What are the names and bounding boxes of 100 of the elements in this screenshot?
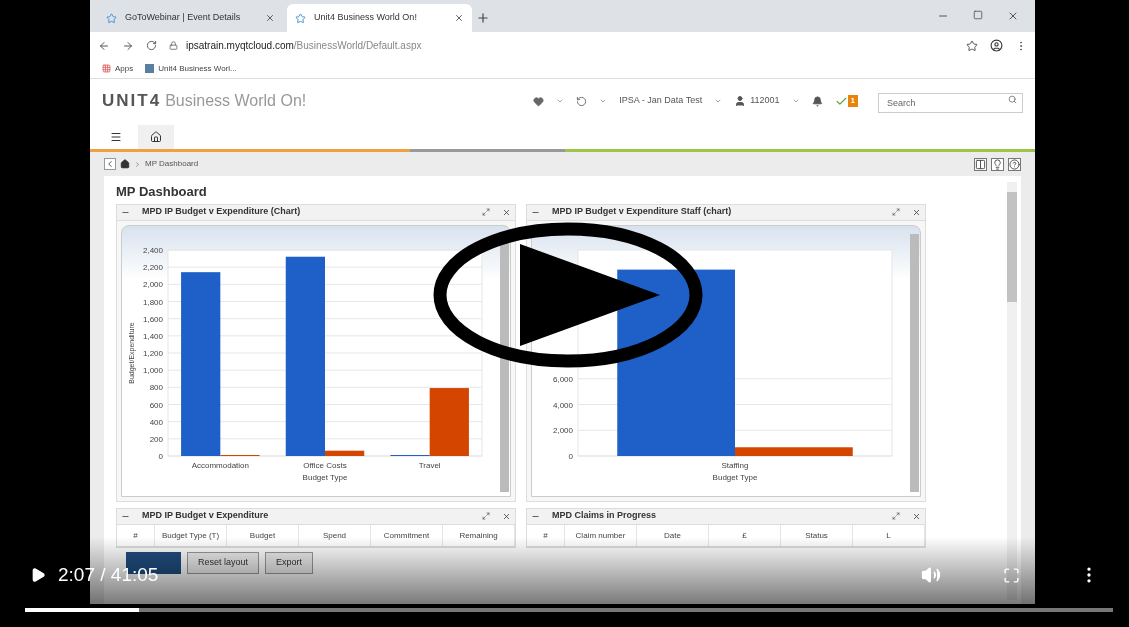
breadcrumb[interactable]: MP Dashboard: [145, 158, 199, 170]
page-title: MP Dashboard: [116, 183, 208, 201]
apps-grid-icon: [102, 64, 111, 73]
product-name: Business World On!: [165, 91, 307, 111]
bookmark-label[interactable]: Apps: [115, 62, 134, 75]
category-label: Staffing: [721, 460, 749, 470]
back-button[interactable]: [104, 158, 116, 170]
tick-label: 600: [149, 400, 163, 409]
column-header[interactable]: L: [853, 524, 925, 546]
popout-icon[interactable]: [482, 512, 490, 520]
popout-icon[interactable]: [482, 208, 490, 216]
tick-label: 1,000: [142, 365, 163, 375]
tick-label: 6,000: [552, 374, 573, 384]
tick-label: 0: [158, 451, 163, 461]
tick-label: 800: [149, 382, 163, 392]
panel-title: MPD IP Budget v Expenditure Staff (chart): [552, 205, 732, 219]
address-bar[interactable]: ipsatrain.myqtcloud.com/BusinessWorld/Default.aspx: [169, 34, 954, 57]
tip-icon[interactable]: [991, 157, 1004, 171]
bell-icon[interactable]: [811, 95, 823, 107]
home-icon[interactable]: [120, 159, 130, 169]
dropdown-caret-icon[interactable]: [556, 97, 565, 105]
volume-icon[interactable]: [921, 565, 941, 585]
home-icon: [150, 131, 162, 143]
user-selector[interactable]: 112001: [750, 94, 780, 108]
tick-label: 2,000: [552, 425, 573, 435]
popout-icon[interactable]: [892, 512, 900, 520]
profile-icon[interactable]: [990, 39, 1003, 52]
layout-icon[interactable]: [974, 157, 987, 171]
layout-button[interactable]: Export: [265, 551, 314, 574]
heart-icon[interactable]: [533, 95, 545, 107]
close-icon[interactable]: [1007, 10, 1019, 22]
dropdown-caret-icon[interactable]: [714, 97, 723, 105]
play-icon[interactable]: [30, 567, 46, 583]
company-selector[interactable]: IPSA - Jan Data Test: [619, 94, 703, 108]
scrollbar[interactable]: [910, 233, 919, 492]
bookmark-label[interactable]: Unit4 Business Worl...: [158, 62, 237, 75]
bookmark-star-icon[interactable]: [966, 39, 978, 52]
column-header[interactable]: Budget Type (T): [155, 524, 227, 546]
category-label: Office Costs: [303, 460, 347, 470]
tick-label: 1,400: [142, 331, 163, 341]
column-header[interactable]: Claim number: [565, 524, 637, 546]
progress-track[interactable]: [25, 608, 1113, 612]
column-header[interactable]: £: [709, 524, 781, 546]
tick-label: 2,200: [142, 262, 163, 272]
maximize-icon[interactable]: [973, 10, 983, 20]
column-header[interactable]: #: [117, 524, 155, 546]
column-header[interactable]: Spend: [299, 524, 371, 546]
close-tab-icon[interactable]: [265, 13, 275, 23]
favicon-icon: [145, 64, 155, 73]
browser-tab[interactable]: Unit4 Business World On!: [287, 4, 472, 32]
help-icon[interactable]: [1008, 157, 1021, 171]
panel-title: MPD Claims in Progress: [552, 509, 657, 523]
column-header[interactable]: Status: [781, 524, 853, 546]
tick-label: 1,200: [142, 348, 163, 358]
column-header[interactable]: Remaining: [443, 524, 515, 546]
panel-title: MPD IP Budget v Expenditure (Chart): [142, 205, 301, 219]
category-label: Accommodation: [191, 460, 249, 470]
history-icon[interactable]: [576, 95, 588, 107]
dropdown-caret-icon[interactable]: [791, 97, 800, 105]
close-tab-icon[interactable]: [454, 13, 464, 23]
axis-title: Budget Type: [302, 472, 348, 482]
reload-icon[interactable]: [146, 40, 157, 51]
layout-button[interactable]: Reset layout: [187, 551, 260, 574]
tick-label: 4,000: [552, 400, 573, 409]
forward-icon[interactable]: [122, 39, 134, 52]
close-icon[interactable]: [912, 207, 921, 217]
column-header[interactable]: Date: [637, 524, 709, 546]
search-icon[interactable]: [1008, 95, 1017, 104]
search-field[interactable]: Search: [878, 93, 1023, 113]
close-icon[interactable]: [502, 511, 511, 521]
home-tab[interactable]: [138, 125, 174, 149]
lock-icon: [169, 41, 178, 50]
play-overlay-icon[interactable]: [432, 222, 704, 368]
column-header[interactable]: #: [527, 524, 565, 546]
column-header[interactable]: Budget: [227, 524, 299, 546]
scrollbar-thumb[interactable]: [1007, 192, 1017, 302]
user-icon[interactable]: [734, 95, 747, 107]
tab-favicon-icon: [106, 12, 117, 24]
panel-title: MPD IP Budget v Expenditure: [142, 509, 269, 523]
popout-icon[interactable]: [892, 208, 900, 216]
dropdown-caret-icon[interactable]: [599, 97, 608, 105]
tab-favicon-icon: [295, 12, 306, 24]
tick-label: 400: [149, 417, 163, 427]
tick-label: 0: [568, 451, 573, 461]
new-tab-icon[interactable]: [476, 11, 490, 25]
back-icon[interactable]: [98, 39, 110, 52]
tick-label: 200: [149, 434, 163, 444]
menu-icon: [110, 131, 122, 143]
breadcrumb-chevron-icon: [134, 160, 141, 168]
axis-title: Budget Type: [712, 472, 758, 482]
column-header[interactable]: Commitment: [371, 524, 443, 546]
category-label: Travel: [418, 460, 441, 470]
tick-label: 2,400: [142, 245, 163, 255]
tick-label: 1,800: [142, 297, 163, 306]
task-count-badge: 1: [847, 95, 858, 107]
close-icon[interactable]: [502, 207, 511, 217]
close-icon[interactable]: [912, 511, 921, 521]
tick-label: 1,600: [142, 314, 163, 324]
tick-label: 2,000: [142, 279, 163, 289]
fullscreen-icon[interactable]: [1003, 566, 1020, 584]
